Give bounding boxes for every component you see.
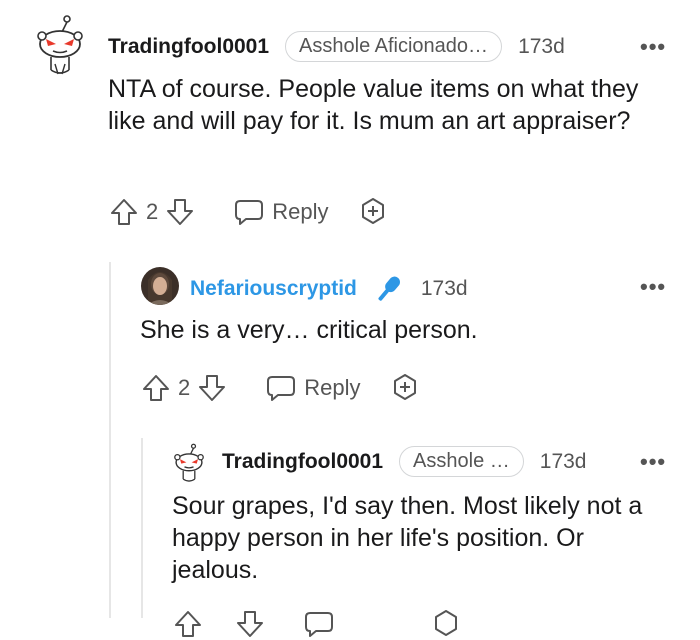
downvote-icon[interactable] xyxy=(234,608,266,640)
comment-bubble-icon xyxy=(267,376,296,401)
downvote-icon[interactable] xyxy=(196,372,228,404)
comment-actions xyxy=(172,608,462,640)
award-icon[interactable] xyxy=(389,372,421,404)
vote-count: 2 xyxy=(178,375,191,400)
user-flair: Asshole Aficionado… xyxy=(285,31,503,62)
comment-meta: Tradingfool0001 Asshole Aficionado… 173d xyxy=(108,31,565,62)
vote-count: 2 xyxy=(146,199,159,224)
reply-button[interactable]: Reply xyxy=(234,198,329,226)
comment-actions: 2 Reply xyxy=(140,372,421,404)
comment-actions: 2 Reply xyxy=(108,196,389,228)
comment-text: Sour grapes, I'd say then. Most likely n… xyxy=(172,492,643,584)
avatar[interactable] xyxy=(140,266,180,306)
comment-meta: Tradingfool0001 Asshole … 173d xyxy=(222,446,586,477)
more-options-button[interactable]: ••• xyxy=(640,449,666,475)
upvote-icon[interactable] xyxy=(108,196,140,228)
username[interactable]: Nefariouscryptid xyxy=(190,277,357,301)
snoo-avatar-icon xyxy=(174,443,204,482)
award-icon[interactable] xyxy=(357,196,389,228)
reply-button[interactable] xyxy=(304,610,402,638)
username[interactable]: Tradingfool0001 xyxy=(222,450,383,474)
reply-label: Reply xyxy=(304,375,361,400)
downvote-icon[interactable] xyxy=(164,196,196,228)
comment-meta: Nefariouscryptid 173d xyxy=(190,274,468,304)
comment-text: She is a very… critical person. xyxy=(140,316,478,344)
reply-button[interactable]: Reply xyxy=(266,374,361,402)
user-avatar-icon xyxy=(141,267,179,305)
upvote-icon[interactable] xyxy=(172,608,204,640)
timestamp: 173d xyxy=(539,449,587,473)
comment-bubble-icon xyxy=(235,200,264,225)
mic-badge-icon xyxy=(371,274,405,304)
thread-line xyxy=(141,438,143,618)
user-flair: Asshole … xyxy=(399,446,524,477)
avatar[interactable] xyxy=(34,14,86,76)
comment-text: NTA of course. People value items on wha… xyxy=(108,75,639,135)
reply-label: Reply xyxy=(272,199,329,224)
award-icon[interactable] xyxy=(430,608,462,640)
thread-line xyxy=(109,262,111,618)
snoo-avatar-icon xyxy=(37,15,83,75)
username[interactable]: Tradingfool0001 xyxy=(108,35,269,59)
comment-bubble-icon xyxy=(305,612,333,637)
more-options-button[interactable]: ••• xyxy=(640,34,666,60)
timestamp: 173d xyxy=(518,34,565,58)
timestamp: 173d xyxy=(420,277,468,300)
avatar[interactable] xyxy=(172,443,206,483)
more-options-button[interactable]: ••• xyxy=(640,274,666,300)
upvote-icon[interactable] xyxy=(140,372,172,404)
